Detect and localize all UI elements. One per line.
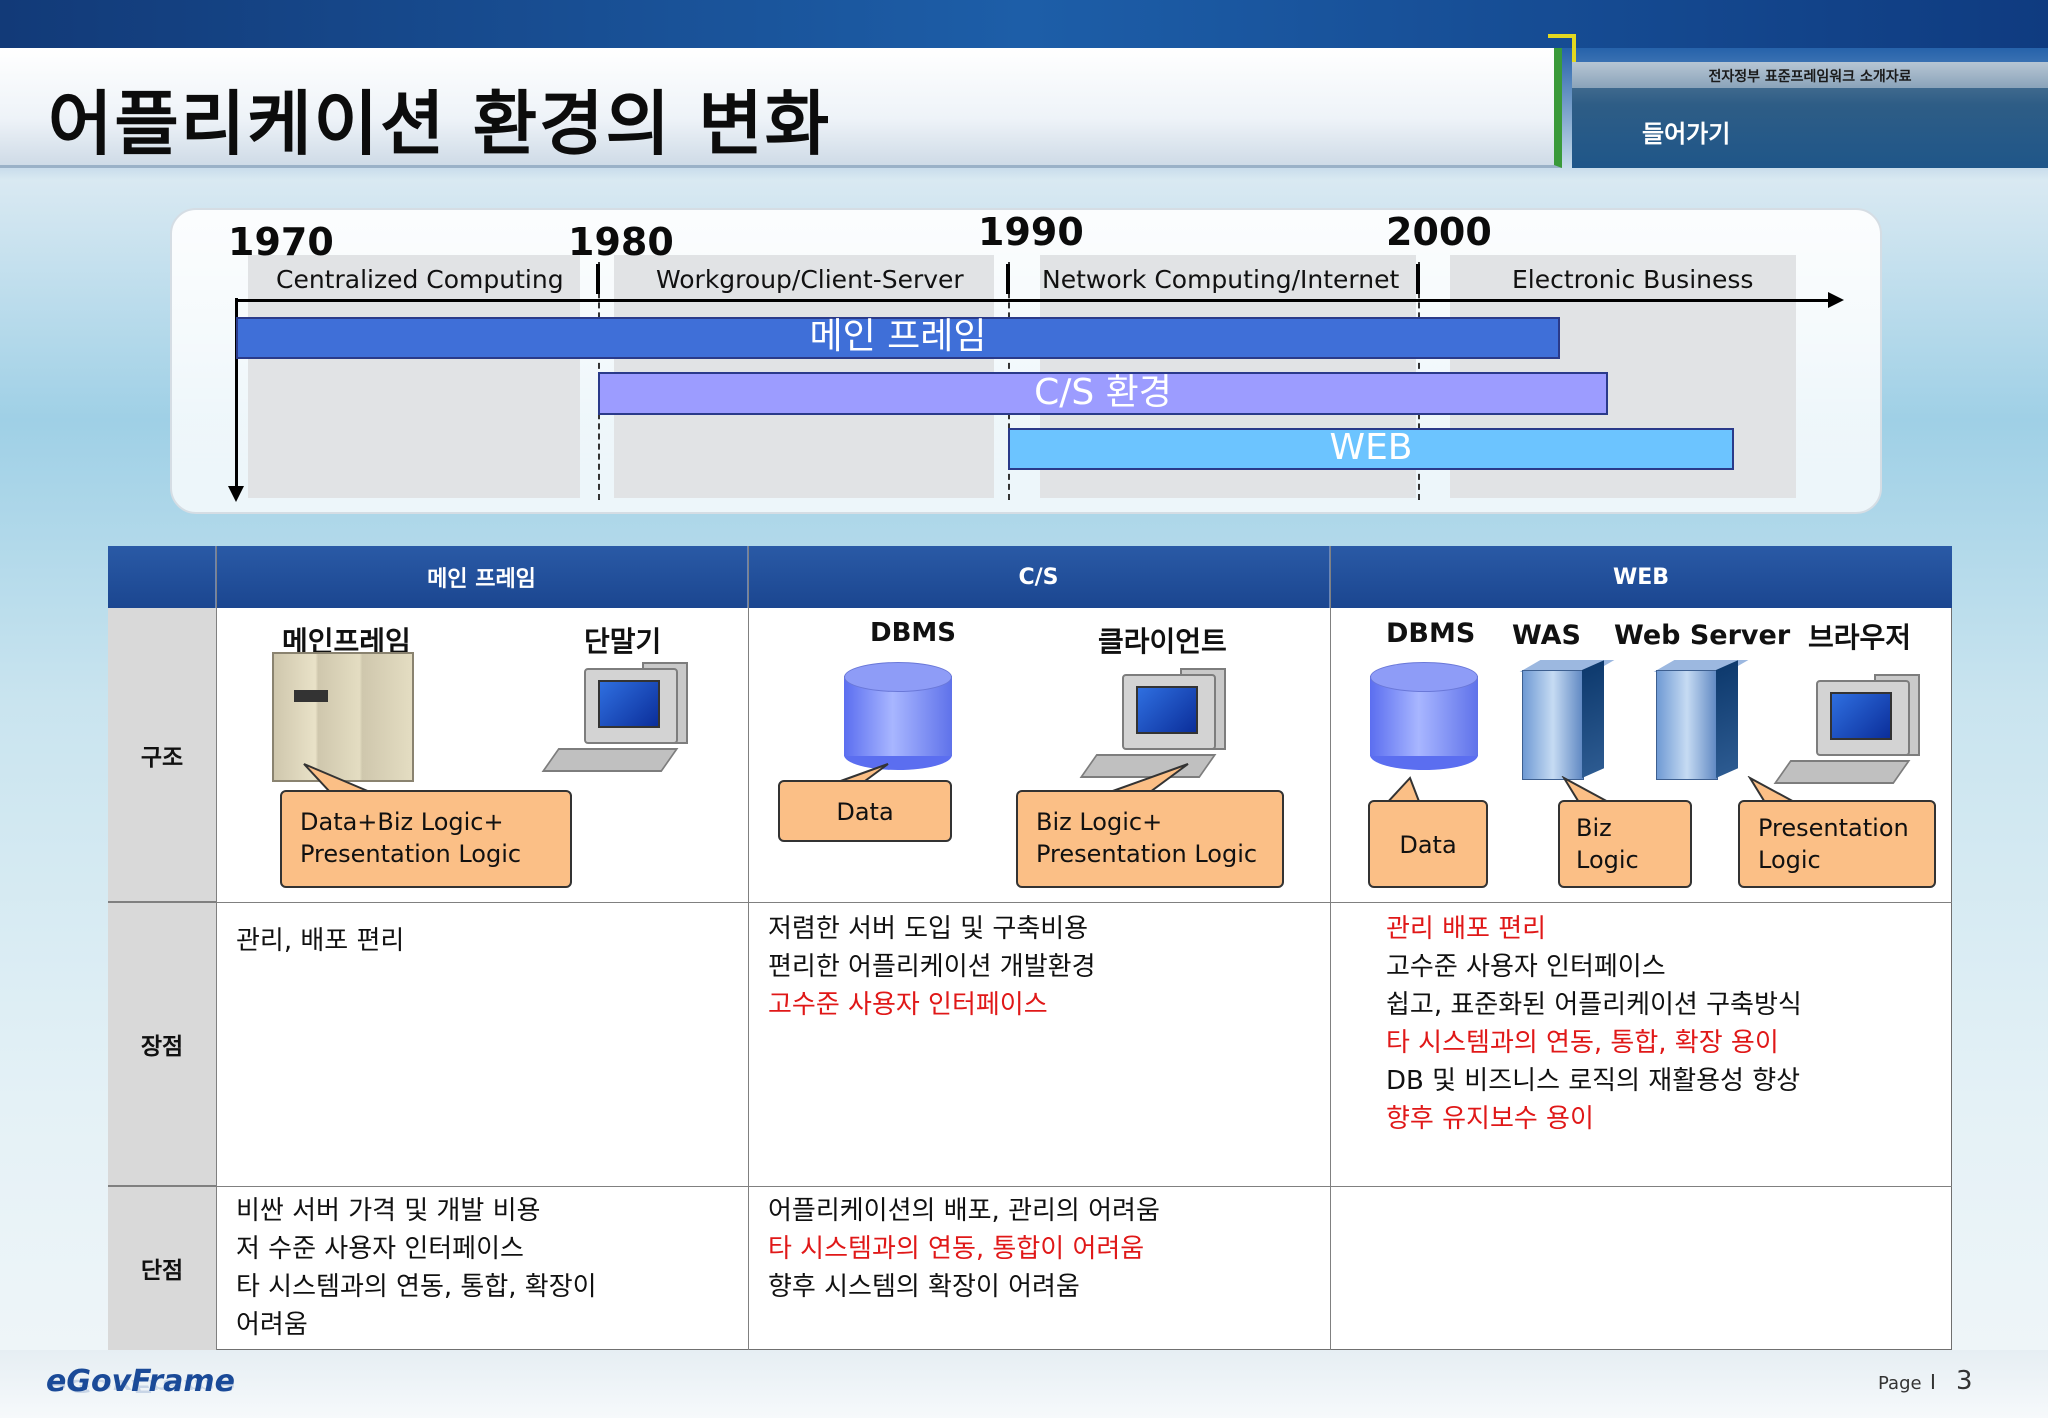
label-web-dbms: DBMS — [1386, 618, 1476, 649]
cons-cs-list: 어플리케이션의 배포, 관리의 어려움타 시스템과의 연동, 통합이 어려움향후… — [768, 1192, 1160, 1306]
era-label-centralized: Centralized Computing — [276, 265, 564, 294]
row-label-structure: 구조 — [108, 608, 216, 902]
year-2000: 2000 — [1386, 210, 1492, 254]
pros-cs-list: 저렴한 서버 도입 및 구축비용편리한 어플리케이션 개발환경고수준 사용자 인… — [768, 910, 1096, 1024]
callout-pointer — [303, 763, 371, 793]
page-number: 3 — [1956, 1366, 1973, 1396]
pros-web-list: 관리 배포 편리고수준 사용자 인터페이스쉽고, 표준화된 어플리케이션 구축방… — [1386, 910, 1802, 1138]
timeline-axis — [236, 299, 1830, 302]
list-item: 타 시스템과의 연동, 통합이 어려움 — [768, 1234, 1145, 1264]
browser-pc-icon — [1773, 674, 1922, 784]
page-label: Page — [1878, 1373, 1922, 1394]
table-header-corner — [108, 546, 216, 608]
callout-web-biz-logic: Biz Logic — [1558, 800, 1692, 888]
era-label-network: Network Computing/Internet — [1042, 265, 1400, 294]
row-label-pros: 장점 — [108, 902, 216, 1186]
year-1980: 1980 — [568, 220, 674, 264]
table-header-mainframe: 메인 프레임 — [216, 546, 748, 608]
list-item: 쉽고, 표준화된 어플리케이션 구축방식 — [1386, 990, 1802, 1020]
callout-web-data: Data — [1368, 800, 1488, 888]
timeline-arrow-down-icon — [228, 486, 244, 502]
footer-bar — [0, 1350, 2048, 1418]
table-divider — [108, 902, 1952, 903]
list-item: 저 수준 사용자 인터페이스 — [236, 1234, 524, 1264]
callout-pointer — [1109, 763, 1189, 793]
era-tick-2000 — [1416, 264, 1420, 294]
terminal-pc-icon — [541, 662, 690, 772]
page-title: 어플리케이션 환경의 변화 — [48, 83, 832, 165]
era-label-ebusiness: Electronic Business — [1512, 265, 1754, 294]
was-server-icon — [1519, 660, 1615, 780]
bar-web: WEB — [1008, 428, 1734, 470]
document-label: 전자정부 표준프레임워크 소개자료 — [1708, 69, 1912, 85]
year-1990: 1990 — [978, 210, 1084, 254]
callout-mainframe-logic: Data+Biz Logic+ Presentation Logic — [280, 790, 572, 888]
list-item: 저렴한 서버 도입 및 구축비용 — [768, 914, 1089, 944]
list-item: 어플리케이션의 배포, 관리의 어려움 — [768, 1196, 1160, 1226]
list-item: 타 시스템과의 연동, 통합, 확장이 — [236, 1272, 597, 1302]
table-header-web: WEB — [1330, 546, 1952, 608]
list-item: 관리, 배포 편리 — [236, 926, 405, 956]
web-server-icon — [1653, 660, 1749, 780]
table-divider — [108, 1186, 1952, 1187]
list-item: 향후 유지보수 용이 — [1386, 1104, 1594, 1134]
label-was: WAS — [1512, 620, 1581, 651]
row-label-cons: 단점 — [108, 1186, 216, 1350]
enter-link[interactable]: 들어가기 — [1642, 114, 1730, 149]
list-item: 비싼 서버 가격 및 개발 비용 — [236, 1196, 541, 1226]
table-divider — [748, 546, 749, 1350]
bar-client-server: C/S 환경 — [598, 372, 1608, 415]
table-header-cs: C/S — [748, 546, 1330, 608]
database-icon — [1370, 662, 1478, 770]
timeline-arrow-right-icon — [1828, 292, 1844, 308]
title-corner-decoration — [1548, 34, 1576, 62]
list-item: 어려움 — [236, 1310, 308, 1340]
list-item: 관리 배포 편리 — [1386, 914, 1547, 944]
database-icon — [844, 662, 952, 770]
label-browser: 브라우저 — [1808, 621, 1912, 654]
era-tick-1980 — [596, 264, 600, 294]
list-item: 고수준 사용자 인터페이스 — [1386, 952, 1666, 982]
table-divider — [216, 546, 217, 1350]
list-item: 고수준 사용자 인터페이스 — [768, 990, 1048, 1020]
bar-mainframe: 메인 프레임 — [236, 317, 1560, 359]
table-divider — [1330, 546, 1331, 1350]
label-web-server: Web Server — [1614, 620, 1791, 651]
cons-mainframe-list: 비싼 서버 가격 및 개발 비용저 수준 사용자 인터페이스타 시스템과의 연동… — [236, 1192, 597, 1344]
year-1970: 1970 — [228, 220, 334, 264]
list-item: 편리한 어플리케이션 개발환경 — [768, 952, 1096, 982]
label-terminal: 단말기 — [584, 625, 662, 658]
page-separator: I — [1930, 1370, 1936, 1394]
era-label-client-server: Workgroup/Client-Server — [656, 265, 964, 294]
logo-reflection: eGovFrame — [46, 1375, 235, 1396]
callout-web-presentation-logic: Presentation Logic — [1738, 800, 1936, 888]
callout-cs-client-logic: Biz Logic+ Presentation Logic — [1016, 790, 1284, 888]
top-banner — [0, 0, 2048, 48]
callout-cs-data: Data — [778, 780, 952, 842]
label-cs-dbms: DBMS — [870, 618, 956, 648]
list-item: 향후 시스템의 확장이 어려움 — [768, 1272, 1080, 1302]
era-tick-1990 — [1006, 264, 1010, 294]
pros-mainframe-list: 관리, 배포 편리 — [236, 922, 404, 960]
label-client: 클라이언트 — [1098, 625, 1227, 658]
list-item: 타 시스템과의 연동, 통합, 확장 용이 — [1386, 1028, 1779, 1058]
list-item: DB 및 비즈니스 로직의 재활용성 향상 — [1386, 1066, 1801, 1096]
